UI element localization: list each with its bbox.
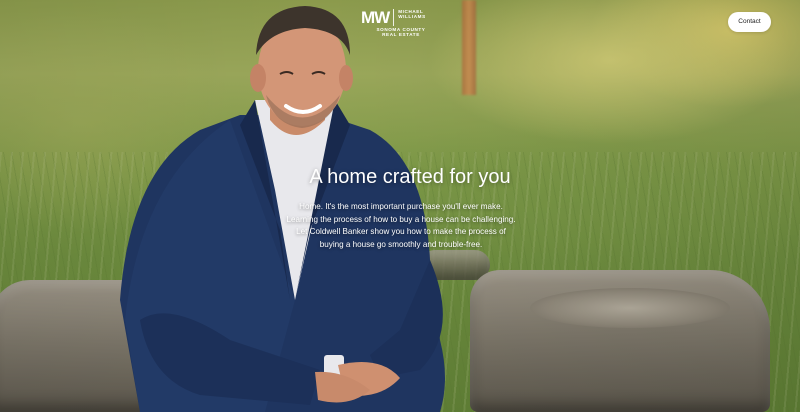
logo-monogram: MW	[361, 9, 395, 26]
logo-agent-name: MICHAEL WILLIAMS	[398, 9, 426, 20]
hero-title: A home crafted for you	[309, 166, 511, 188]
site-logo[interactable]: MW MICHAEL WILLIAMS SONOMA COUNTY REAL E…	[361, 9, 441, 41]
hero-description-line: Let Coldwell Banker show you how to make…	[296, 227, 506, 236]
logo-tagline: SONOMA COUNTY REAL ESTATE	[376, 27, 426, 38]
hero-description-line: Home. It's the most important purchase y…	[299, 202, 503, 211]
hero-description: Home. It's the most important purchase y…	[275, 201, 527, 251]
logo-wordmark: MICHAEL WILLIAMS	[398, 9, 434, 19]
contact-button[interactable]: Contact	[728, 12, 771, 32]
hero-description-line: Learning the process of how to buy a hou…	[286, 214, 516, 224]
hero-description-line: buying a house go smoothly and trouble-f…	[319, 239, 483, 249]
